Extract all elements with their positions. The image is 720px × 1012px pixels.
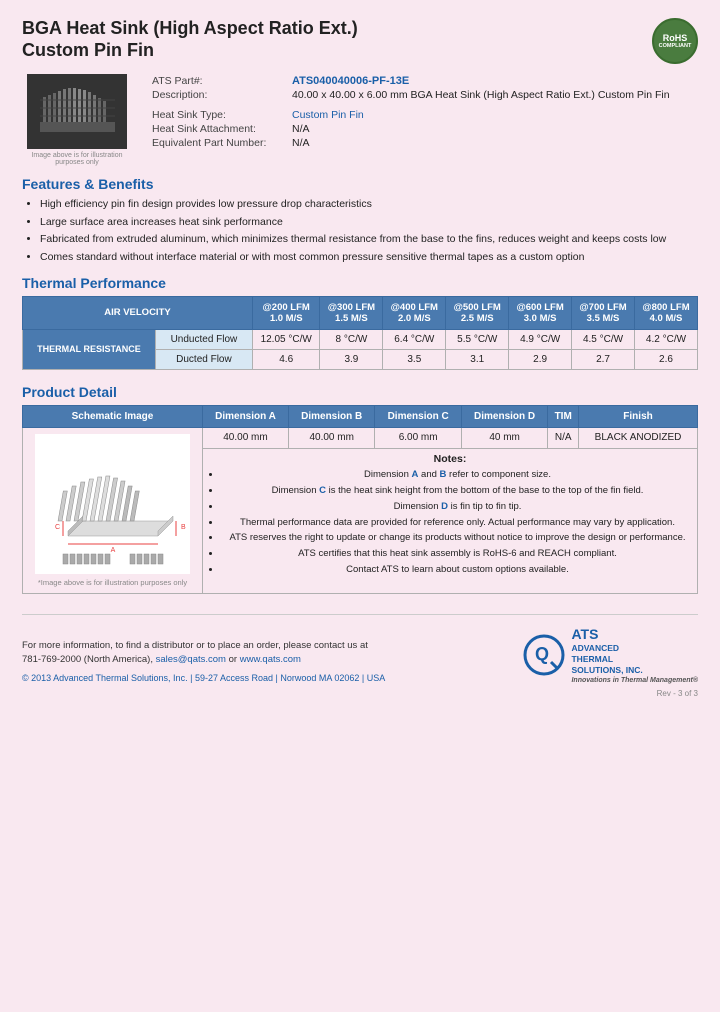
unducted-500: 5.5 °C/W: [446, 329, 509, 349]
note-2: Dimension C is the heat sink height from…: [221, 485, 694, 498]
notes-title: Notes:: [434, 453, 467, 465]
svg-text:C: C: [55, 524, 60, 531]
schematic-caption: *Image above is for illustration purpose…: [29, 578, 196, 587]
header: BGA Heat Sink (High Aspect Ratio Ext.) C…: [22, 18, 698, 64]
dim-d-value: 40 mm: [461, 427, 547, 448]
dim-a-value: 40.00 mm: [203, 427, 289, 448]
col-dim-a: Dimension A: [203, 405, 289, 427]
feature-item: High efficiency pin fin design provides …: [40, 197, 698, 212]
footer: For more information, to find a distribu…: [22, 614, 698, 685]
ducted-600: 2.9: [509, 349, 572, 369]
ducted-500: 3.1: [446, 349, 509, 369]
note-6: ATS certifies that this heat sink assemb…: [221, 548, 694, 561]
dim-c-value: 6.00 mm: [375, 427, 461, 448]
col-dim-c: Dimension C: [375, 405, 461, 427]
tim-value: N/A: [548, 427, 579, 448]
note-5: ATS reserves the right to update or chan…: [221, 532, 694, 545]
description: 40.00 x 40.00 x 6.00 mm BGA Heat Sink (H…: [288, 88, 698, 102]
ats-acronym: ATS: [571, 625, 698, 643]
rohs-badge: RoHS COMPLIANT: [652, 18, 698, 64]
specs-table: ATS Part#: ATS040040006-PF-13E Descripti…: [148, 74, 698, 166]
product-image: [27, 74, 127, 149]
unducted-700: 4.5 °C/W: [572, 329, 635, 349]
svg-text:Q: Q: [535, 644, 549, 664]
ducted-200: 4.6: [252, 349, 320, 369]
col-200lfm: @200 LFM 1.0 M/S: [252, 296, 320, 329]
feature-item: Large surface area increases heat sink p…: [40, 215, 698, 230]
col-finish: Finish: [579, 405, 698, 427]
features-title: Features & Benefits: [22, 176, 698, 192]
notes-cell: Notes: Dimension A and B refer to compon…: [203, 449, 698, 594]
col-dim-d: Dimension D: [461, 405, 547, 427]
product-detail-table: Schematic Image Dimension A Dimension B …: [22, 405, 698, 594]
unducted-600: 4.9 °C/W: [509, 329, 572, 349]
note-1: Dimension A and B refer to component siz…: [221, 469, 694, 482]
col-300lfm: @300 LFM 1.5 M/S: [320, 296, 383, 329]
ats-q-logo-icon: Q: [523, 634, 565, 676]
feature-item: Fabricated from extruded aluminum, which…: [40, 232, 698, 247]
type-label: Heat Sink Type:: [148, 108, 288, 122]
col-500lfm: @500 LFM 2.5 M/S: [446, 296, 509, 329]
ducted-label: Ducted Flow: [155, 349, 252, 369]
unducted-800: 4.2 °C/W: [634, 329, 697, 349]
thermal-title: Thermal Performance: [22, 275, 698, 291]
svg-text:B: B: [181, 524, 186, 531]
attachment-value: N/A: [288, 122, 698, 136]
image-caption: Image above is for illustration purposes…: [22, 152, 132, 166]
ducted-400: 3.5: [383, 349, 446, 369]
col-schematic: Schematic Image: [23, 405, 203, 427]
unducted-400: 6.4 °C/W: [383, 329, 446, 349]
schematic-cell: A B C: [23, 427, 203, 593]
footer-left: For more information, to find a distribu…: [22, 639, 385, 685]
col-tim: TIM: [548, 405, 579, 427]
thermal-table: AIR VELOCITY @200 LFM 1.0 M/S @300 LFM 1…: [22, 296, 698, 370]
col-600lfm: @600 LFM 3.0 M/S: [509, 296, 572, 329]
part-number: ATS040040006-PF-13E: [292, 75, 409, 87]
col-800lfm: @800 LFM 4.0 M/S: [634, 296, 697, 329]
col-dim-b: Dimension B: [288, 405, 374, 427]
dim-b-value: 40.00 mm: [288, 427, 374, 448]
ats-logo: Q ATS ADVANCED THERMAL SOLUTIONS, INC. I…: [523, 625, 698, 685]
ducted-300: 3.9: [320, 349, 383, 369]
note-3: Dimension D is fin tip to fin tip.: [221, 501, 694, 514]
unducted-300: 8 °C/W: [320, 329, 383, 349]
schematic-image: A B C: [35, 434, 190, 574]
note-4: Thermal performance data are provided fo…: [221, 517, 694, 530]
note-7: Contact ATS to learn about custom option…: [221, 564, 694, 577]
notes-list: Dimension A and B refer to component siz…: [206, 469, 694, 577]
website-link[interactable]: www.qats.com: [240, 654, 301, 665]
ats-brand-text: ATS ADVANCED THERMAL SOLUTIONS, INC. Inn…: [571, 625, 698, 685]
col-700lfm: @700 LFM 3.5 M/S: [572, 296, 635, 329]
product-detail-title: Product Detail: [22, 384, 698, 400]
title-block: BGA Heat Sink (High Aspect Ratio Ext.) C…: [22, 18, 358, 61]
col-400lfm: @400 LFM 2.0 M/S: [383, 296, 446, 329]
unducted-label: Unducted Flow: [155, 329, 252, 349]
page-title: BGA Heat Sink (High Aspect Ratio Ext.) C…: [22, 18, 358, 61]
product-image-box: Image above is for illustration purposes…: [22, 74, 132, 166]
finish-value: BLACK ANODIZED: [579, 427, 698, 448]
type-value: Custom Pin Fin: [292, 109, 364, 121]
equiv-value: N/A: [288, 136, 698, 150]
equiv-label: Equivalent Part Number:: [148, 136, 288, 150]
thermal-resistance-label: THERMAL RESISTANCE: [23, 329, 156, 369]
info-section: Image above is for illustration purposes…: [22, 74, 698, 166]
desc-label: Description:: [148, 88, 288, 102]
footer-contact: For more information, to find a distribu…: [22, 639, 385, 668]
unducted-200: 12.05 °C/W: [252, 329, 320, 349]
features-list: High efficiency pin fin design provides …: [22, 197, 698, 265]
air-velocity-header: AIR VELOCITY: [23, 296, 253, 329]
svg-text:A: A: [110, 547, 115, 554]
part-label: ATS Part#:: [148, 74, 288, 88]
ducted-700: 2.7: [572, 349, 635, 369]
footer-copyright: © 2013 Advanced Thermal Solutions, Inc. …: [22, 672, 385, 686]
page-number: Rev - 3 of 3: [22, 689, 698, 698]
attachment-label: Heat Sink Attachment:: [148, 122, 288, 136]
email-link[interactable]: sales@qats.com: [156, 654, 226, 665]
feature-item: Comes standard without interface materia…: [40, 250, 698, 265]
ducted-800: 2.6: [634, 349, 697, 369]
